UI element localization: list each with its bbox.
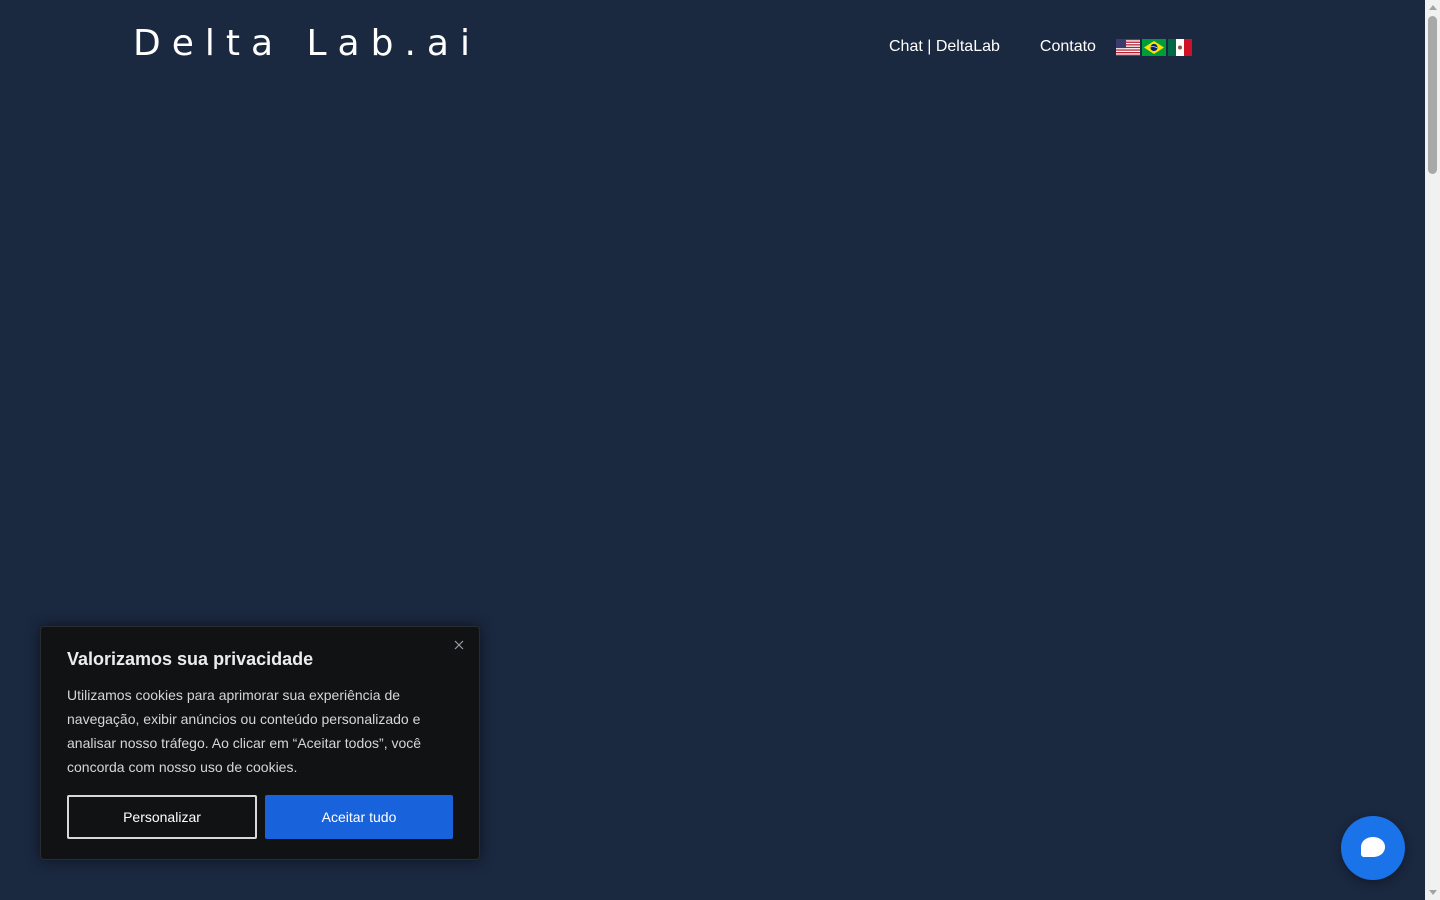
accept-all-cookies-button[interactable]: Aceitar tudo [265, 795, 453, 839]
cookie-banner-description: Utilizamos cookies para aprimorar sua ex… [67, 687, 422, 775]
site-logo[interactable]: Delta Lab.ai [133, 22, 481, 66]
main-nav: Chat | DeltaLab Contato [889, 36, 1192, 58]
page: Delta Lab.ai Chat | DeltaLab Contato Val… [0, 0, 1440, 900]
page-scrollbar[interactable] [1425, 0, 1440, 900]
flag-mexico-icon[interactable] [1167, 38, 1192, 56]
chat-launcher-button[interactable] [1341, 816, 1405, 880]
cookie-consent-banner: Valorizamos sua privacidade Utilizamos c… [40, 626, 480, 860]
scroll-down-arrow-icon[interactable] [1425, 885, 1440, 900]
chat-bubble-icon [1361, 837, 1385, 857]
language-switcher [1115, 38, 1192, 56]
cookie-close-button[interactable] [451, 637, 467, 653]
nav-link-contact[interactable]: Contato [1040, 36, 1096, 58]
scroll-up-arrow-icon[interactable] [1425, 0, 1440, 15]
nav-link-chat[interactable]: Chat | DeltaLab [889, 36, 1000, 58]
close-icon [454, 640, 464, 650]
scrollbar-thumb[interactable] [1428, 16, 1437, 174]
flag-us-icon[interactable] [1115, 38, 1140, 56]
customize-cookies-button[interactable]: Personalizar [67, 795, 257, 839]
site-header: Delta Lab.ai Chat | DeltaLab Contato [0, 0, 1424, 96]
cookie-banner-title: Valorizamos sua privacidade [67, 649, 314, 669]
flag-brazil-icon[interactable] [1141, 38, 1166, 56]
